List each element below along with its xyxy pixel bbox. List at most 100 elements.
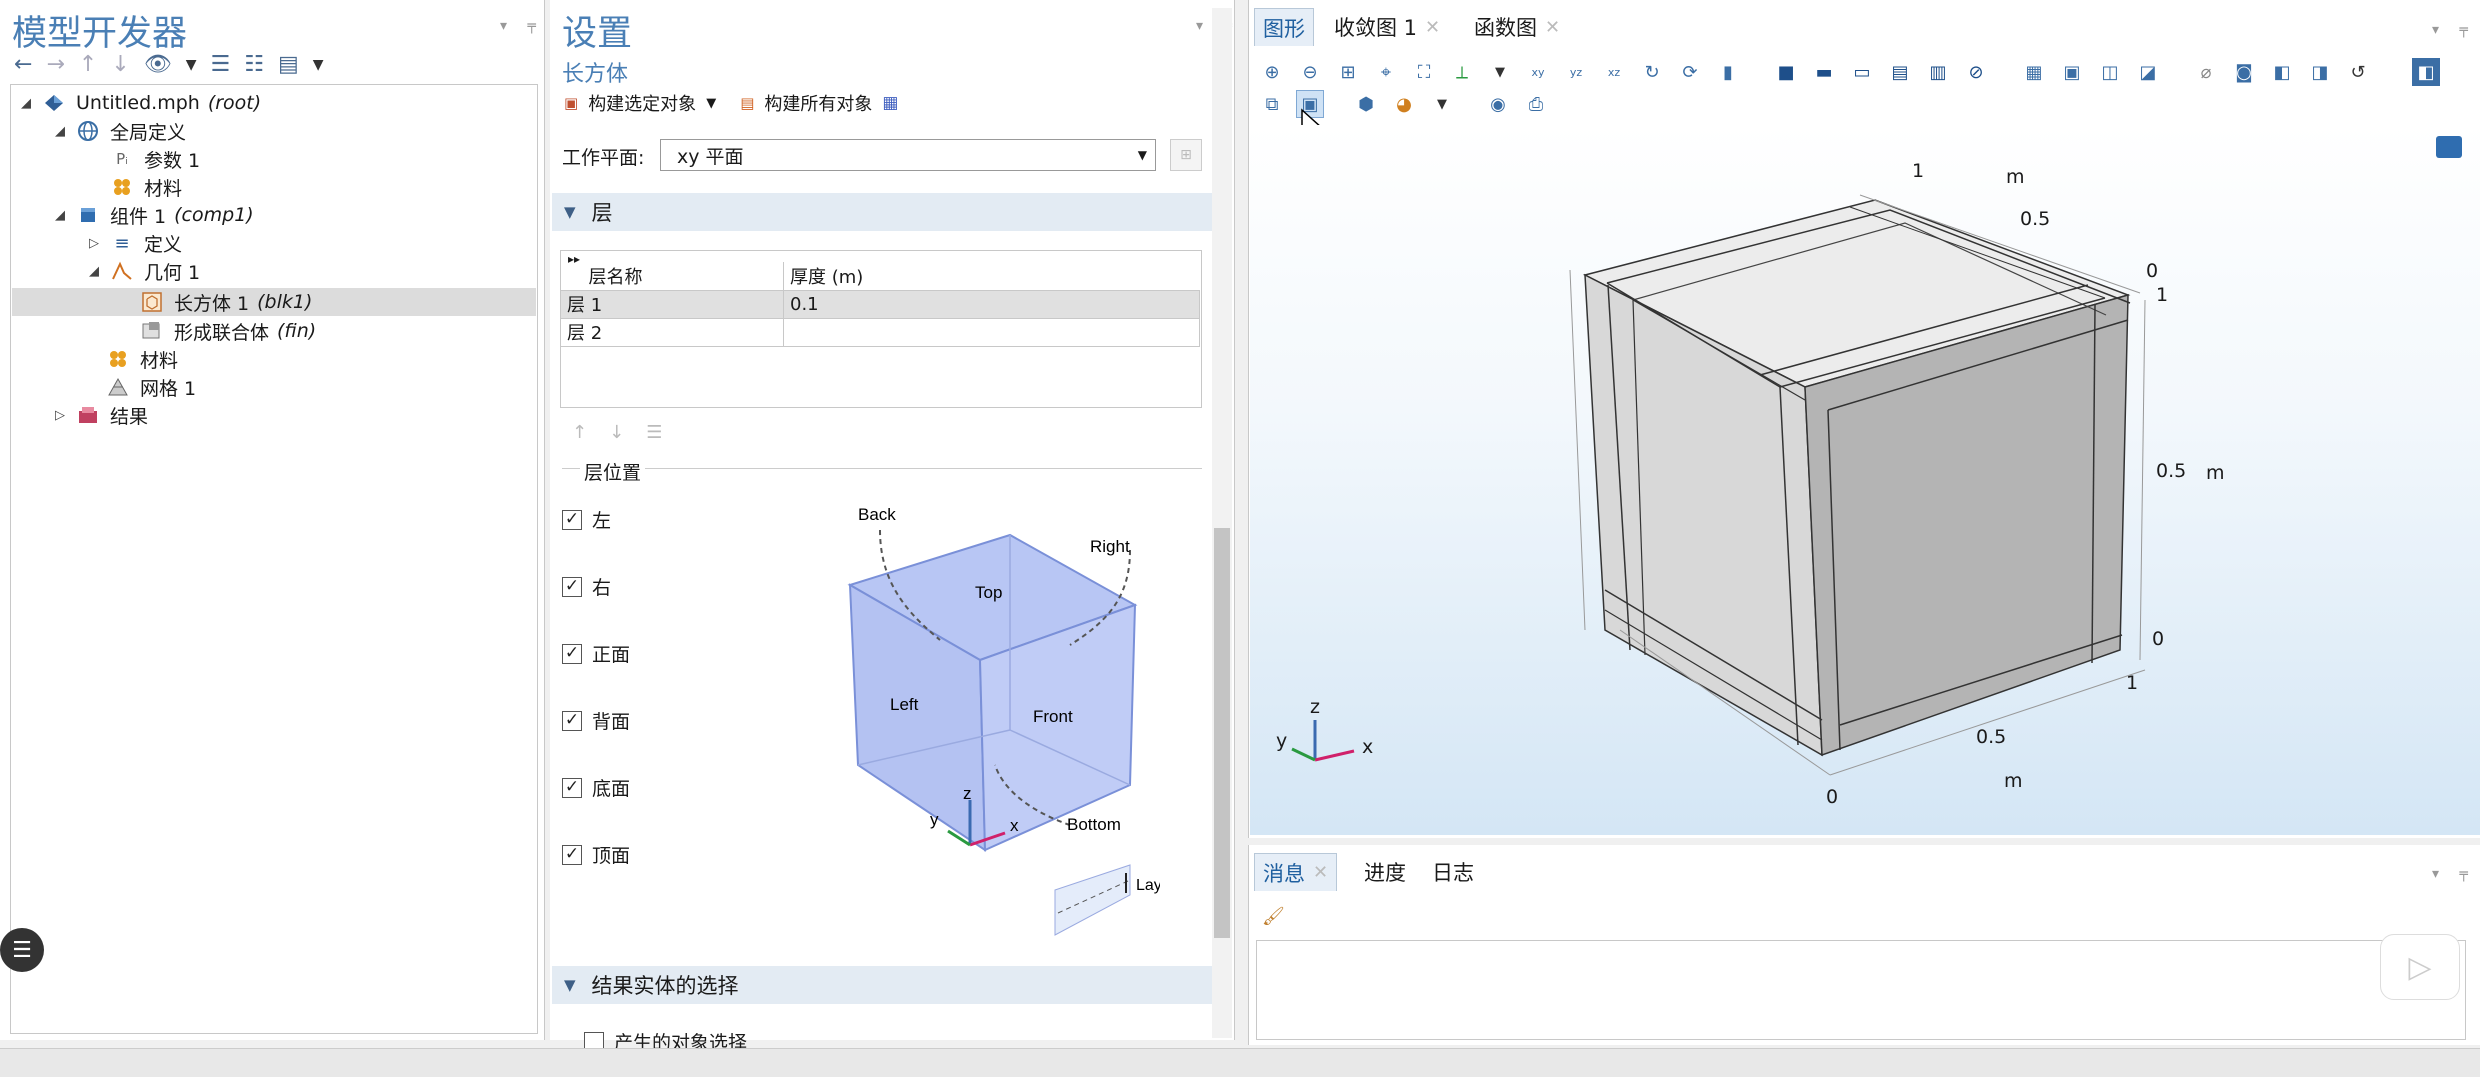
collapsed-arrow-icon[interactable]: ▷ xyxy=(86,236,102,251)
tree-item-root[interactable]: ◢ Untitled.mph (root) xyxy=(18,89,261,117)
hide-selected-icon[interactable]: ◫ xyxy=(2096,58,2124,86)
forward-arrow-icon[interactable]: → xyxy=(46,52,64,77)
checkbox-back[interactable]: ✓ 背面 xyxy=(562,707,630,734)
play-overlay-icon[interactable]: ▷ xyxy=(2380,934,2460,1000)
collapse-all-icon[interactable]: ☰ xyxy=(210,52,230,77)
zoom-out-icon[interactable]: ⊖ xyxy=(1296,58,1324,86)
move-up-icon[interactable]: ↑ xyxy=(572,422,587,443)
move-down-icon[interactable]: ↓ xyxy=(609,422,624,443)
graphics-settings-icon[interactable]: ▦ xyxy=(882,93,898,113)
clear-selection-icon[interactable]: ⊘ xyxy=(1962,58,1990,86)
panel-pin-icons[interactable]: ▾ ╤ xyxy=(2432,866,2476,882)
tab-function-plot[interactable]: 函数图 ✕ xyxy=(1466,8,1568,46)
table-cell-name[interactable]: 层 1 xyxy=(560,289,784,319)
tab-convergence-plot[interactable]: 收敛图 1 ✕ xyxy=(1326,8,1448,46)
view-xy-icon[interactable]: xy xyxy=(1524,58,1552,86)
expanded-arrow-icon[interactable]: ◢ xyxy=(52,124,68,139)
zoom-in-icon[interactable]: ⊕ xyxy=(1258,58,1286,86)
back-arrow-icon[interactable]: ← xyxy=(14,52,32,77)
checkbox-right[interactable]: ✓ 右 xyxy=(562,573,611,600)
reset-hiding-icon[interactable]: ◪ xyxy=(2134,58,2162,86)
expanded-arrow-icon[interactable]: ◢ xyxy=(52,208,68,223)
checkbox-checked-icon[interactable]: ✓ xyxy=(562,844,582,865)
select-points-icon[interactable]: ▤ xyxy=(1886,58,1914,86)
tree-item-results[interactable]: ▷ 结果 xyxy=(52,401,148,429)
panel-pin-icons[interactable]: ▾ ╤ xyxy=(500,18,544,34)
tree-item-mesh[interactable]: 网格 1 xyxy=(106,373,196,401)
select-edges-icon[interactable]: ▭ xyxy=(1848,58,1876,86)
show-icon[interactable]: 👁 xyxy=(144,52,172,77)
expanded-arrow-icon[interactable]: ◢ xyxy=(18,96,34,111)
scene-light-icon[interactable]: ⧉ xyxy=(1258,90,1286,118)
table-row[interactable]: 层 1 0.1 xyxy=(560,289,1200,319)
close-icon[interactable]: ✕ xyxy=(1425,17,1440,38)
tab-progress[interactable]: 进度 xyxy=(1356,853,1414,891)
collapsed-arrow-icon[interactable]: ▷ xyxy=(52,408,68,423)
table-row[interactable]: 层 2 xyxy=(560,317,1200,347)
settings-scrollbar[interactable] xyxy=(1212,8,1232,1038)
color-dropdown-icon[interactable]: ▼ xyxy=(1428,90,1456,118)
close-icon[interactable]: ✕ xyxy=(1313,862,1328,883)
panel-toggle-icon[interactable]: ◧ xyxy=(2412,58,2440,86)
tree-item-block[interactable]: 长方体 1 (blk1) xyxy=(12,288,536,316)
reset-rotation-icon[interactable]: ⟳ xyxy=(1676,58,1704,86)
section-layers-header[interactable]: ▼ 层 xyxy=(552,193,1212,231)
camera-icon[interactable]: ◉ xyxy=(1484,90,1512,118)
zoom-selected-icon[interactable]: ⌖ xyxy=(1372,58,1400,86)
close-icon[interactable]: ✕ xyxy=(1545,17,1560,38)
tree-item-form-union[interactable]: 形成联合体 (fin) xyxy=(140,317,316,345)
checkbox-checked-icon[interactable]: ✓ xyxy=(562,777,582,798)
tree-item-materials[interactable]: 材料 xyxy=(106,345,178,373)
render-icon[interactable]: ◨ xyxy=(2306,58,2334,86)
tab-log[interactable]: 日志 xyxy=(1424,853,1482,891)
checkbox-checked-icon[interactable]: ✓ xyxy=(562,576,582,597)
zoom-box-icon[interactable]: ⊞ xyxy=(1334,58,1362,86)
checkbox-bottom[interactable]: ✓ 底面 xyxy=(562,774,630,801)
zoom-extents-icon[interactable]: ⛶ xyxy=(1410,58,1438,86)
checkbox-left[interactable]: ✓ 左 xyxy=(562,506,611,533)
panel-pin-icons[interactable]: ▾ ╤ xyxy=(2432,22,2476,38)
build-dropdown-icon[interactable]: ▼ xyxy=(706,96,716,111)
section-result-header[interactable]: ▼ 结果实体的选择 xyxy=(552,966,1212,1004)
tab-messages[interactable]: 消息 ✕ xyxy=(1254,853,1338,891)
3d-cube-view[interactable] xyxy=(1250,125,2480,835)
build-all-button[interactable]: 构建所有对象 xyxy=(764,90,872,116)
messages-area[interactable] xyxy=(1256,940,2466,1040)
view-yz-icon[interactable]: yz xyxy=(1562,58,1590,86)
workplane-add-icon[interactable]: ⊞ xyxy=(1170,139,1202,171)
table-cell-thickness[interactable] xyxy=(783,317,1200,347)
clear-messages-icon[interactable]: 🖌 xyxy=(1262,906,1285,927)
move-up-icon[interactable]: ↑ xyxy=(79,52,97,77)
tree-item-global-definitions[interactable]: ◢ 全局定义 xyxy=(52,117,186,145)
wireframe-off-icon[interactable]: ⌀ xyxy=(2192,58,2220,86)
select-boundaries-icon[interactable]: ▬ xyxy=(1810,58,1838,86)
axes-icon[interactable]: ⟂ xyxy=(1448,58,1476,86)
table-cell-name[interactable]: 层 2 xyxy=(560,317,784,347)
view-dropdown-icon[interactable]: ▼ xyxy=(1486,58,1514,86)
checkbox-front[interactable]: ✓ 正面 xyxy=(562,640,630,667)
transparency-icon[interactable]: ◙ xyxy=(2230,58,2258,86)
select-all-icon[interactable]: ▥ xyxy=(1924,58,1952,86)
scrollbar-thumb[interactable] xyxy=(1214,528,1230,938)
wireframe-icon[interactable]: ◧ xyxy=(2268,58,2296,86)
table-cell-thickness[interactable]: 0.1 xyxy=(783,289,1200,319)
rotate-icon[interactable]: ↻ xyxy=(1638,58,1666,86)
checkbox-checked-icon[interactable]: ✓ xyxy=(562,643,582,664)
tree-item-parameters[interactable]: Pᵢ 参数 1 xyxy=(86,145,200,173)
tree-item-materials-global[interactable]: 材料 xyxy=(86,173,182,201)
expanded-arrow-icon[interactable]: ◢ xyxy=(86,264,102,279)
print-icon[interactable]: ⎙ xyxy=(1522,90,1550,118)
perspective-icon[interactable]: ▮ xyxy=(1714,58,1742,86)
dropdown-arrow-icon[interactable]: ▼ xyxy=(186,57,197,73)
floating-menu-icon[interactable]: ☰ xyxy=(0,928,44,972)
expand-all-icon[interactable]: ☷ xyxy=(244,52,264,77)
delete-rows-icon[interactable]: ☰ xyxy=(646,422,662,443)
list-dropdown-icon[interactable]: ▼ xyxy=(313,57,324,73)
list-view-icon[interactable]: ▤ xyxy=(278,52,299,77)
select-domains-icon[interactable]: ■ xyxy=(1772,58,1800,86)
color-icon[interactable]: ◕ xyxy=(1390,90,1418,118)
tab-graphics[interactable]: 图形 xyxy=(1254,8,1314,46)
show-objects-icon[interactable]: ▣ xyxy=(2058,58,2086,86)
build-selected-button[interactable]: 构建选定对象 xyxy=(588,90,696,116)
workplane-select[interactable]: xy 平面 ▼ xyxy=(660,139,1156,171)
